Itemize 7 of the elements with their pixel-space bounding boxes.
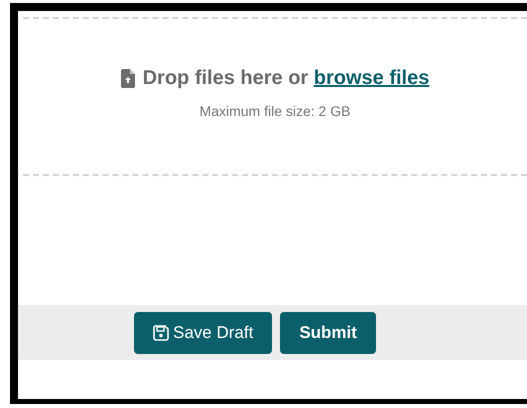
save-draft-button[interactable]: Save Draft (134, 312, 272, 354)
file-upload-icon (120, 68, 135, 88)
submit-button[interactable]: Submit (280, 312, 376, 354)
file-size-note: Maximum file size: 2 GB (198, 102, 352, 121)
browse-link[interactable]: browse files (314, 67, 430, 89)
save-icon (153, 324, 169, 340)
drop-instruction: Drop files here or browse files (142, 66, 430, 91)
